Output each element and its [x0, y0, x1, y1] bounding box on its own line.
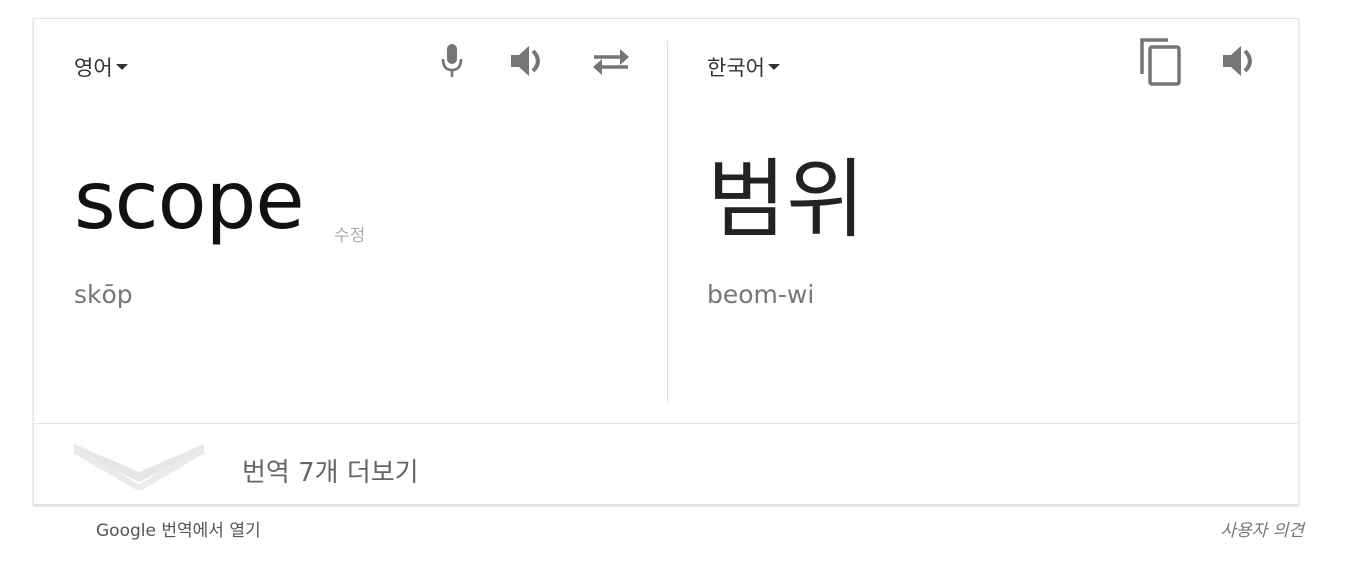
speaker-icon	[1223, 46, 1252, 76]
panel-divider	[667, 41, 668, 403]
copy-icon	[1140, 38, 1181, 86]
caret-down-icon	[115, 64, 128, 70]
microphone-icon	[441, 44, 463, 77]
swap-icon	[593, 49, 629, 75]
source-transliteration: skōp	[74, 280, 133, 309]
translate-card: 영어 scope 수정 skōp 한국어 범위 beom-wi 번역 7개 더보…	[33, 18, 1299, 505]
target-language-select[interactable]: 한국어	[707, 52, 780, 82]
target-transliteration: beom-wi	[707, 280, 815, 309]
source-language-label: 영어	[74, 56, 113, 80]
feedback-link[interactable]: 사용자 의견	[1220, 516, 1304, 541]
copy-button[interactable]	[1138, 35, 1182, 87]
microphone-button[interactable]	[436, 41, 468, 81]
chevron-down-icon	[74, 444, 204, 490]
source-text: scope	[74, 154, 305, 247]
speaker-icon	[511, 46, 540, 76]
translation-panels: 영어 scope 수정 skōp 한국어 범위 beom-wi	[34, 19, 1298, 423]
more-translations-row[interactable]: 번역 7개 더보기	[34, 423, 1298, 506]
swap-languages-button[interactable]	[589, 41, 633, 81]
edit-link[interactable]: 수정	[334, 221, 365, 246]
open-in-translate-link[interactable]: Google 번역에서 열기	[96, 516, 261, 541]
source-language-select[interactable]: 영어	[74, 52, 128, 82]
caret-down-icon	[767, 64, 780, 70]
target-language-label: 한국어	[707, 56, 765, 80]
target-listen-button[interactable]	[1220, 41, 1264, 81]
source-listen-button[interactable]	[508, 41, 552, 81]
translated-text: 범위	[707, 150, 866, 250]
more-translations-button[interactable]: 번역 7개 더보기	[242, 452, 419, 489]
